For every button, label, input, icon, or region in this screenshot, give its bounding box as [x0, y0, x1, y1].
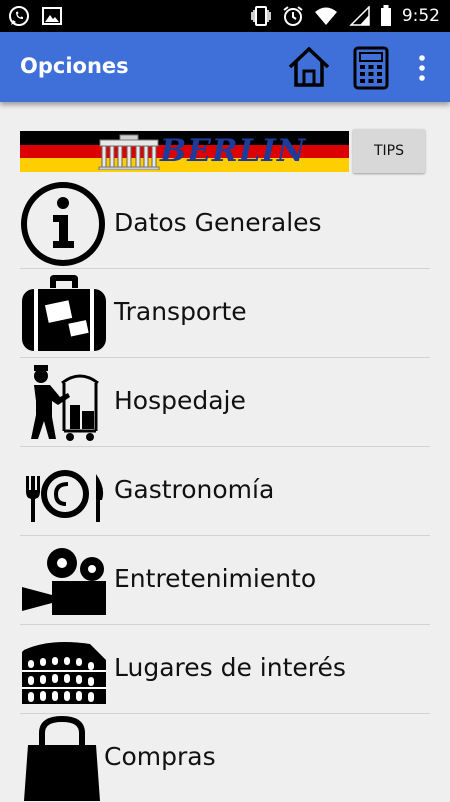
menu-item-label: Entretenimiento [114, 564, 317, 593]
gallery-icon [42, 7, 62, 25]
more-vert-icon[interactable] [414, 54, 430, 82]
status-bar: 9:52 [0, 0, 450, 32]
alarm-icon [283, 6, 303, 26]
menu-item-transporte[interactable]: Transporte [20, 269, 430, 358]
signal-icon [349, 6, 370, 26]
suitcase-icon [22, 275, 106, 351]
calculator-icon[interactable] [353, 46, 389, 90]
movie-camera-icon [22, 548, 106, 615]
menu-item-lugares-de-interes[interactable]: Lugares de interés [20, 625, 430, 714]
colosseum-icon [22, 642, 106, 704]
menu-item-label: Transporte [114, 297, 247, 326]
menu-item-label: Gastronomía [114, 475, 275, 504]
shopping-bag-icon [24, 715, 100, 801]
menu-item-compras[interactable]: Compras [20, 714, 430, 802]
battery-icon [380, 5, 391, 26]
info-icon [21, 182, 105, 266]
bellhop-icon [31, 365, 99, 441]
menu-item-datos-generales[interactable]: Datos Generales [20, 180, 430, 269]
menu-item-gastronomia[interactable]: Gastronomía [20, 447, 430, 536]
app-bar: Opciones [0, 32, 450, 102]
menu-item-label: Compras [104, 742, 216, 771]
vibrate-icon [251, 6, 271, 26]
status-time: 9:52 [401, 6, 440, 26]
options-menu: Datos Generales Transporte Hospedaje Gas… [0, 180, 450, 802]
whatsapp-icon [9, 6, 29, 26]
menu-item-entretenimiento[interactable]: Entretenimiento [20, 536, 430, 625]
brandenburg-gate-icon [98, 134, 160, 170]
menu-item-label: Datos Generales [114, 208, 322, 237]
banner-title: BERLIN [160, 133, 307, 169]
dining-icon [26, 470, 104, 522]
wifi-icon [314, 7, 337, 25]
home-icon[interactable] [287, 45, 331, 89]
menu-item-label: Hospedaje [114, 386, 246, 415]
berlin-banner: BERLIN [20, 131, 349, 172]
tips-button[interactable]: TIPS [353, 129, 425, 173]
menu-item-label: Lugares de interés [114, 653, 346, 682]
page-title: Opciones [20, 54, 129, 78]
menu-item-hospedaje[interactable]: Hospedaje [20, 358, 430, 447]
